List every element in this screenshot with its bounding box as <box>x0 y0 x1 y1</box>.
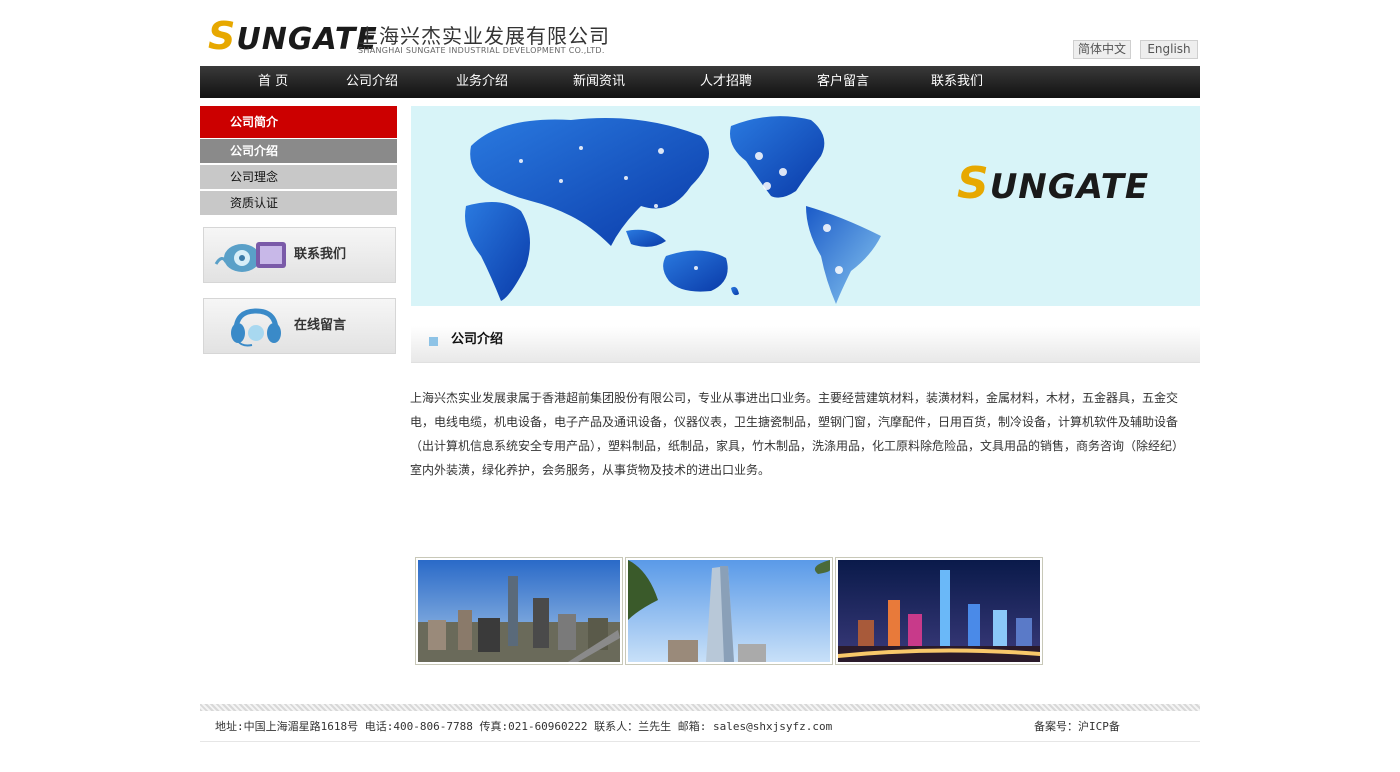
banner-logo-text: UNGATE <box>989 167 1150 207</box>
nav-item-business[interactable]: 业务介绍 <box>456 66 508 98</box>
page-wrapper: SUNGATE 上海兴杰实业发展有限公司 SHANGHAI SUNGATE IN… <box>200 0 1200 772</box>
nav-item-company[interactable]: 公司介绍 <box>346 66 398 98</box>
logo-wordmark-text: UNGATE <box>236 22 378 57</box>
sidebar-heading-label: 公司简介 <box>230 115 279 129</box>
sidebar-item-label: 资质认证 <box>230 196 279 210</box>
sidebar-item-philosophy[interactable]: 公司理念 <box>200 165 397 189</box>
main-nav: 首 页 公司介绍 业务介绍 新闻资讯 人才招聘 客户留言 联系我们 <box>200 66 1200 98</box>
nav-item-messages[interactable]: 客户留言 <box>817 66 869 98</box>
footer-contact-info: 地址:中国上海湄星路1618号 电话:400-806-7788 传真:021-6… <box>215 720 833 733</box>
logo-wordmark: SUNGATE <box>208 14 378 58</box>
banner-logo: SUNGATE <box>957 158 1149 209</box>
city-photo-2 <box>628 560 830 662</box>
company-name-cn: 上海兴杰实业发展有限公司 <box>358 24 610 48</box>
footer-bottom-line <box>200 741 1200 742</box>
contact-us-label: 联系我们 <box>294 247 347 262</box>
section-header: 公司介绍 <box>411 326 1200 363</box>
company-name-en: SHANGHAI SUNGATE INDUSTRIAL DEVELOPMENT … <box>358 46 605 55</box>
site-logo[interactable]: SUNGATE 上海兴杰实业发展有限公司 SHANGHAI SUNGATE IN… <box>208 14 610 58</box>
section-title: 公司介绍 <box>451 332 504 347</box>
photo-skyscraper[interactable] <box>625 557 833 665</box>
film-reel-icon <box>214 242 286 272</box>
sidebar-item-certification[interactable]: 资质认证 <box>200 191 397 215</box>
nav-item-contact[interactable]: 联系我们 <box>931 66 983 98</box>
contact-us-button[interactable]: 联系我们 <box>203 227 396 283</box>
nav-item-news[interactable]: 新闻资讯 <box>573 66 625 98</box>
photo-city-skyline-day[interactable] <box>415 557 623 665</box>
sidebar-item-company-intro[interactable]: 公司介绍 <box>200 139 397 163</box>
square-bullet-icon <box>429 337 438 346</box>
photo-city-night[interactable] <box>835 557 1043 665</box>
city-photo-1 <box>418 560 620 662</box>
sidebar-heading: 公司简介 <box>200 106 397 138</box>
headset-icon <box>231 308 281 347</box>
footer-divider <box>200 704 1200 711</box>
sidebar-item-label: 公司理念 <box>230 170 279 184</box>
lang-button-chinese[interactable]: 简体中文 <box>1073 40 1131 59</box>
footer-icp[interactable]: 备案号：沪ICP备 <box>1034 718 1120 734</box>
online-message-label: 在线留言 <box>294 318 347 333</box>
nav-item-careers[interactable]: 人才招聘 <box>700 66 752 98</box>
company-intro-text: 上海兴杰实业发展隶属于香港超前集团股份有限公司，专业从事进出口业务。主要经营建筑… <box>410 391 1185 477</box>
banner-logo-s: S <box>957 158 990 209</box>
nav-item-home[interactable]: 首 页 <box>258 66 288 98</box>
online-message-button[interactable]: 在线留言 <box>203 298 396 354</box>
hero-banner: SUNGATE <box>411 106 1200 306</box>
logo-s-letter: S <box>208 14 237 58</box>
sidebar-item-label: 公司介绍 <box>230 144 279 158</box>
city-photo-3 <box>838 560 1040 662</box>
lang-button-english[interactable]: English <box>1140 40 1198 59</box>
